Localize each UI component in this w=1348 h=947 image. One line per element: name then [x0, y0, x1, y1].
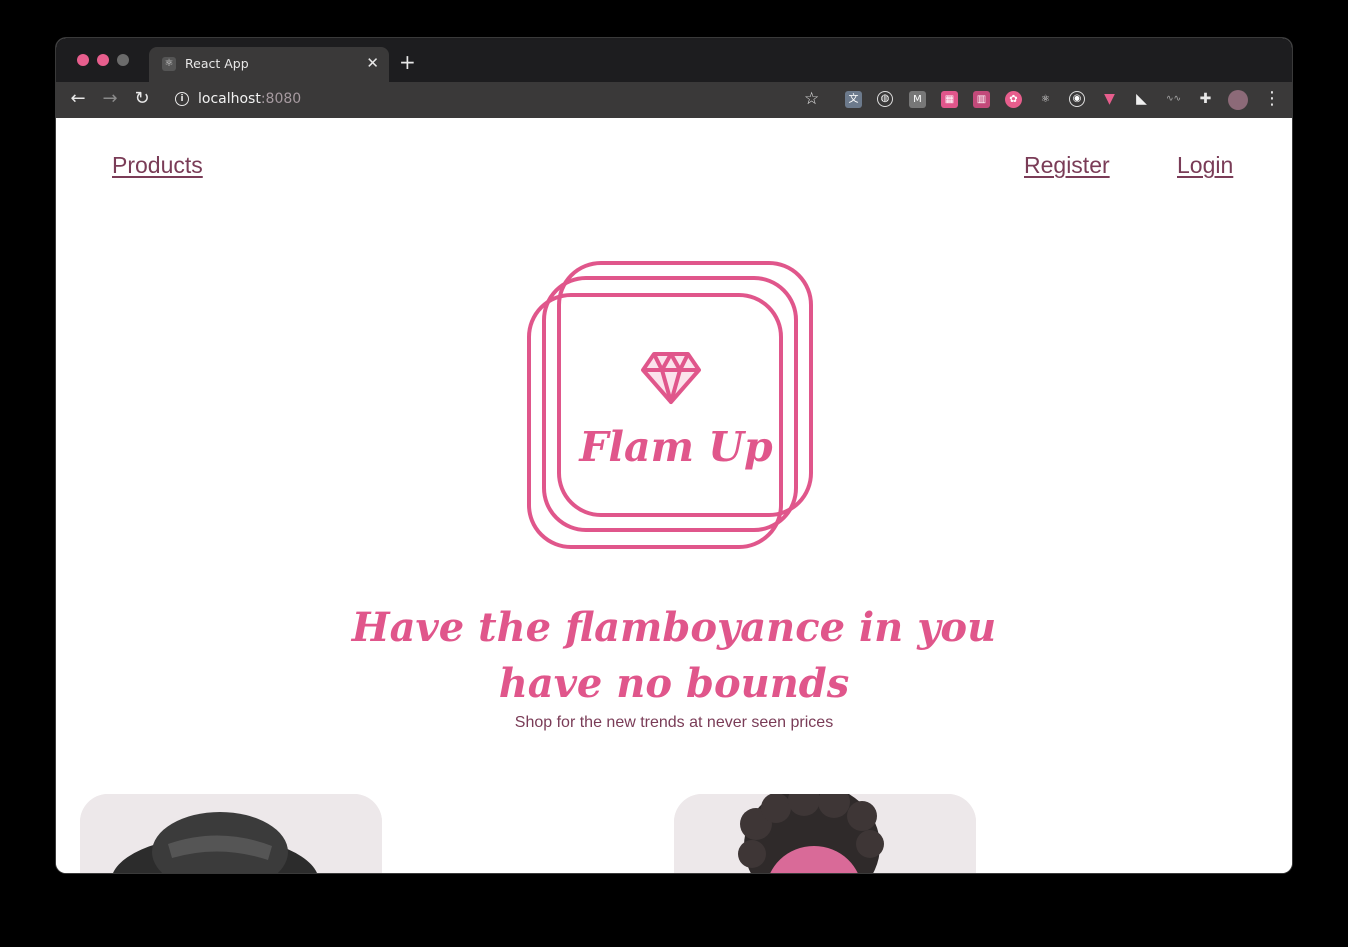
profile-avatar[interactable]: [1228, 90, 1248, 110]
product-card[interactable]: [674, 794, 976, 873]
nav-products-link[interactable]: Products: [112, 152, 203, 179]
vue-devtools-icon[interactable]: ▼: [1101, 91, 1118, 108]
hero-subtitle: Shop for the new trends at never seen pr…: [514, 714, 834, 731]
browser-toolbar: ← → ↻ i localhost:8080 ☆ 文 ◍ M ▦ ▥ ✿ ⚛ ◉…: [56, 82, 1292, 118]
new-tab-button[interactable]: +: [399, 52, 416, 72]
react-logo-icon: ⚛: [162, 57, 176, 71]
target-extension-icon[interactable]: ◉: [1069, 91, 1085, 107]
wave-extension-icon[interactable]: ∿∿: [1165, 91, 1182, 108]
close-tab-icon[interactable]: ✕: [366, 54, 379, 72]
hero-headline-line1: Have the flamboyance in you: [351, 604, 997, 651]
diamond-icon: [641, 352, 701, 404]
brand-logo: [527, 261, 813, 549]
tab-title: React App: [185, 56, 249, 71]
address-bar[interactable]: localhost:8080: [198, 91, 301, 107]
back-arrow-icon[interactable]: ←: [67, 88, 89, 110]
reload-icon[interactable]: ↻: [131, 88, 153, 110]
bookmark-star-icon[interactable]: ☆: [804, 89, 819, 109]
close-window-button[interactable]: [77, 54, 89, 66]
feather-extension-icon[interactable]: ◣: [1133, 91, 1150, 108]
m-extension-icon[interactable]: M: [909, 91, 926, 108]
page-content: Products Register Login Flam Up Have the…: [56, 118, 1292, 873]
translate-extension-icon[interactable]: 文: [845, 91, 862, 108]
more-menu-icon[interactable]: ⋮: [1263, 88, 1281, 109]
maximize-window-button[interactable]: [117, 54, 129, 66]
puzzle-extensions-icon[interactable]: ✚: [1197, 91, 1214, 108]
browser-window: ⚛ React App ✕ + ← → ↻ i localhost:8080 ☆…: [56, 38, 1292, 873]
chart-extension-icon[interactable]: ▥: [973, 91, 990, 108]
browser-tab[interactable]: ⚛ React App ✕: [149, 47, 389, 82]
globe-extension-icon[interactable]: ◍: [877, 91, 893, 107]
product-card[interactable]: [80, 794, 382, 873]
pink-circle-extension-icon[interactable]: ✿: [1005, 91, 1022, 108]
minimize-window-button[interactable]: [97, 54, 109, 66]
hero-headline: Have the flamboyance in you have no boun…: [324, 600, 1024, 712]
url-port: :8080: [260, 91, 302, 107]
nav-login-link[interactable]: Login: [1177, 152, 1233, 179]
react-devtools-icon[interactable]: ⚛: [1037, 91, 1054, 108]
site-info-icon[interactable]: i: [175, 92, 189, 106]
forward-arrow-icon[interactable]: →: [99, 88, 121, 110]
url-host: localhost: [198, 91, 261, 107]
nav-register-link[interactable]: Register: [1024, 152, 1110, 179]
tab-strip: ⚛ React App ✕ +: [56, 38, 1292, 82]
hero-headline-line2: have no bounds: [498, 660, 850, 707]
brand-name: Flam Up: [579, 423, 773, 471]
person-in-hat-photo: [80, 794, 382, 873]
pink-square-extension-icon[interactable]: ▦: [941, 91, 958, 108]
person-with-curly-hair-photo: [674, 794, 976, 873]
